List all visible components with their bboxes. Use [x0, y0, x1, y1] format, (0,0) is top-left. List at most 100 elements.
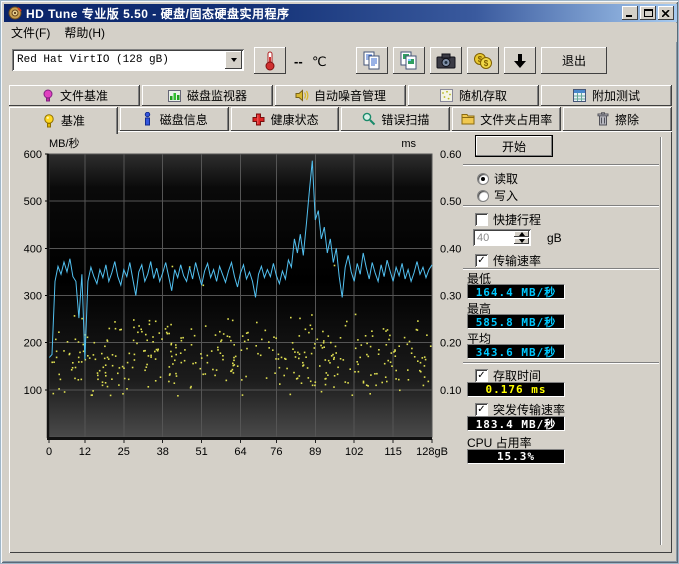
svg-text:64: 64 — [234, 446, 246, 458]
access-time-display: 0.176 ms — [467, 382, 565, 397]
drive-select[interactable]: Red Hat VirtIO (128 gB) — [12, 49, 244, 71]
aam-speaker-icon — [295, 89, 309, 103]
extra-tests-icon — [573, 89, 587, 103]
temperature-value: -- — [294, 54, 303, 69]
tab-disk-info[interactable]: 磁盘信息 — [120, 107, 229, 131]
close-button[interactable] — [658, 6, 674, 20]
spin-down-icon[interactable] — [514, 238, 529, 244]
tab-row-secondary: 文件基准 磁盘监视器 自动噪音管理 随机存取 附加测试 — [9, 85, 672, 106]
separator — [463, 362, 659, 364]
svg-text:600: 600 — [24, 149, 42, 161]
file-benchmark-icon — [41, 89, 55, 103]
maximize-button[interactable] — [640, 6, 656, 20]
svg-text:0.20: 0.20 — [440, 338, 461, 350]
random-access-icon — [440, 89, 454, 103]
app-icon — [8, 6, 22, 20]
donate-button[interactable]: $ $ — [467, 47, 499, 74]
disk-info-icon — [141, 112, 155, 126]
shortstroke-checkbox[interactable]: 快捷行程 — [475, 211, 541, 228]
benchmark-bulb-icon — [42, 114, 56, 128]
copy-report-icon — [362, 51, 382, 71]
svg-text:0.10: 0.10 — [440, 385, 461, 397]
svg-text:0: 0 — [46, 446, 52, 458]
burst-rate-display: 183.4 MB/秒 — [467, 416, 565, 431]
read-radio[interactable]: 读取 — [477, 170, 518, 187]
svg-text:ms: ms — [401, 138, 416, 150]
exit-button[interactable]: 退出 — [541, 47, 607, 74]
camera-icon — [436, 52, 456, 70]
donate-icon: $ $ — [473, 51, 493, 71]
benchmark-chart: MB/秒ms6005004003002001000.600.500.400.30… — [11, 133, 466, 465]
separator — [463, 164, 659, 166]
shortstroke-unit-label: gB — [547, 231, 562, 245]
error-scan-icon — [362, 112, 376, 126]
svg-text:MB/秒: MB/秒 — [49, 136, 80, 150]
write-radio[interactable]: 写入 — [477, 187, 518, 204]
tab-health[interactable]: 健康状态 — [231, 107, 340, 131]
hdtune-window: HD Tune 专业版 5.50 - 硬盘/固态硬盘实用程序 文件(F) 帮助(… — [0, 0, 679, 564]
health-cross-icon — [252, 112, 266, 126]
menu-file[interactable]: 文件(F) — [4, 22, 57, 43]
title-bar[interactable]: HD Tune 专业版 5.50 - 硬盘/固态硬盘实用程序 — [4, 4, 677, 22]
max-value-display: 585.8 MB/秒 — [467, 314, 565, 329]
cpu-usage-display: 15.3% — [467, 449, 565, 464]
checkbox-unchecked-icon — [475, 213, 488, 226]
copy-image-button[interactable] — [393, 47, 425, 74]
checkbox-checked-icon: ✓ — [475, 369, 488, 382]
tab-folder-usage[interactable]: 文件夹占用率 — [452, 107, 561, 131]
temperature-button[interactable] — [254, 47, 286, 74]
tab-benchmark[interactable]: 基准 — [9, 107, 118, 134]
svg-text:300: 300 — [24, 291, 42, 303]
start-button[interactable]: 开始 — [475, 135, 553, 157]
thermometer-icon — [261, 50, 279, 72]
transfer-rate-checkbox[interactable]: ✓ 传输速率 — [475, 252, 541, 269]
svg-text:0.40: 0.40 — [440, 243, 461, 255]
svg-text:128gB: 128gB — [416, 446, 448, 458]
checkbox-checked-icon: ✓ — [475, 403, 488, 416]
tab-random-access[interactable]: 随机存取 — [408, 85, 539, 106]
erase-trash-icon — [596, 112, 610, 126]
tab-file-benchmark[interactable]: 文件基准 — [9, 85, 140, 106]
disk-monitor-icon — [168, 89, 182, 103]
toolbar: Red Hat VirtIO (128 gB) -- ℃ — [4, 42, 677, 80]
tab-error-scan[interactable]: 错误扫描 — [341, 107, 450, 131]
min-value-display: 164.4 MB/秒 — [467, 284, 565, 299]
svg-text:76: 76 — [270, 446, 282, 458]
temperature-unit: ℃ — [312, 54, 327, 70]
download-icon — [511, 52, 529, 70]
svg-text:0.50: 0.50 — [440, 196, 461, 208]
radio-unselected-icon — [477, 190, 489, 202]
spin-up-icon[interactable] — [514, 231, 529, 237]
save-results-button[interactable] — [504, 47, 536, 74]
checkbox-checked-icon: ✓ — [475, 254, 488, 267]
svg-text:500: 500 — [24, 196, 42, 208]
svg-text:38: 38 — [157, 446, 169, 458]
svg-text:89: 89 — [309, 446, 321, 458]
svg-text:0.30: 0.30 — [440, 291, 461, 303]
right-panel-divider — [660, 137, 662, 545]
tab-erase[interactable]: 擦除 — [563, 107, 672, 131]
tab-row-primary: 基准 磁盘信息 健康状态 错误扫描 文件夹占用率 — [9, 107, 672, 131]
shortstroke-size-spinner[interactable]: 40 — [473, 229, 531, 246]
folder-usage-icon — [461, 112, 475, 126]
screenshot-button[interactable] — [430, 47, 462, 74]
svg-text:51: 51 — [195, 446, 207, 458]
menu-help[interactable]: 帮助(H) — [57, 22, 112, 43]
copy-report-button[interactable] — [356, 47, 388, 74]
svg-text:$: $ — [484, 59, 489, 68]
chevron-down-icon[interactable] — [225, 51, 242, 69]
drive-select-value: Red Hat VirtIO (128 gB) — [12, 54, 225, 66]
tab-disk-monitor[interactable]: 磁盘监视器 — [142, 85, 273, 106]
minimize-button[interactable] — [622, 6, 638, 20]
svg-text:25: 25 — [118, 446, 130, 458]
avg-value-display: 343.6 MB/秒 — [467, 344, 565, 359]
svg-text:400: 400 — [24, 243, 42, 255]
tab-extra-tests[interactable]: 附加测试 — [541, 85, 672, 106]
svg-text:12: 12 — [79, 446, 91, 458]
copy-image-icon — [399, 51, 419, 71]
svg-text:102: 102 — [345, 446, 363, 458]
menu-bar: 文件(F) 帮助(H) — [4, 23, 677, 42]
tab-aam[interactable]: 自动噪音管理 — [275, 85, 406, 106]
separator — [463, 268, 659, 270]
svg-text:100: 100 — [24, 385, 42, 397]
